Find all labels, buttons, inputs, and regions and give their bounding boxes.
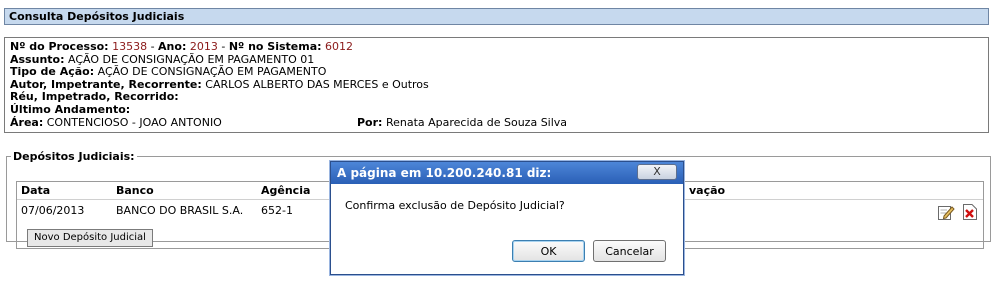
dialog-title-bar: A página em 10.200.240.81 diz: X	[331, 162, 683, 184]
process-number-label: Nº do Processo:	[10, 40, 109, 53]
action-type-value: AÇÃO DE CONSIGNAÇÃO EM PAGAMENTO	[97, 65, 327, 79]
system-number-label: Nº no Sistema:	[228, 40, 322, 53]
last-activity-label: Último Andamento:	[10, 102, 131, 116]
edit-icon[interactable]	[937, 203, 955, 221]
process-info-panel: Nº do Processo: 13538 - Ano: 2013 - Nº n…	[4, 37, 989, 133]
subject-label: Assunto:	[10, 52, 65, 66]
row-date: 07/06/2013	[21, 204, 85, 217]
column-header-date: Data	[21, 184, 51, 197]
area-value: CONTENCIOSO - JOAO ANTONIO	[46, 115, 222, 129]
author-value: CARLOS ALBERTO DAS MERCES e Outros	[205, 77, 429, 91]
row-bank: BANCO DO BRASIL S.A.	[116, 204, 244, 217]
cancel-button[interactable]: Cancelar	[593, 240, 666, 262]
area-label: Área:	[10, 115, 44, 129]
delete-icon[interactable]	[961, 203, 979, 221]
process-number: 13538	[112, 40, 148, 53]
column-header-observation: vação	[689, 184, 726, 197]
system-number: 6012	[325, 40, 354, 53]
area-row: Área: CONTENCIOSO - JOAO ANTONIO Por: Re…	[10, 115, 983, 130]
dialog-title: A página em 10.200.240.81 diz:	[337, 166, 552, 180]
deposits-legend: Depósitos Judiciais:	[13, 150, 135, 163]
subject-value: AÇÃO DE CONSIGNAÇÃO EM PAGAMENTO 01	[67, 52, 315, 66]
responsible: Por: Renata Aparecida de Souza Silva	[357, 115, 568, 130]
dialog-message: Confirma exclusão de Depósito Judicial?	[345, 199, 565, 212]
year-label: Ano:	[158, 40, 187, 53]
defendant-row: Réu, Impetrado, Recorrido:	[10, 91, 983, 104]
author-label: Autor, Impetrante, Recorrente:	[10, 77, 202, 91]
ok-button[interactable]: OK	[512, 240, 585, 262]
page-title: Consulta Depósitos Judiciais	[4, 8, 989, 25]
close-icon[interactable]: X	[637, 164, 677, 180]
responsible-label: Por:	[357, 115, 383, 129]
column-header-bank: Banco	[116, 184, 154, 197]
new-deposit-button[interactable]: Novo Depósito Judicial	[27, 229, 153, 247]
defendant-label: Réu, Impetrado, Recorrido:	[10, 90, 179, 104]
responsible-value: Renata Aparecida de Souza Silva	[385, 115, 568, 129]
confirm-dialog: A página em 10.200.240.81 diz: X Confirm…	[330, 161, 684, 275]
action-type-label: Tipo de Ação:	[10, 65, 95, 79]
row-agency: 652-1	[261, 204, 293, 217]
year-value: 2013	[189, 40, 218, 53]
column-header-agency: Agência	[261, 184, 311, 197]
